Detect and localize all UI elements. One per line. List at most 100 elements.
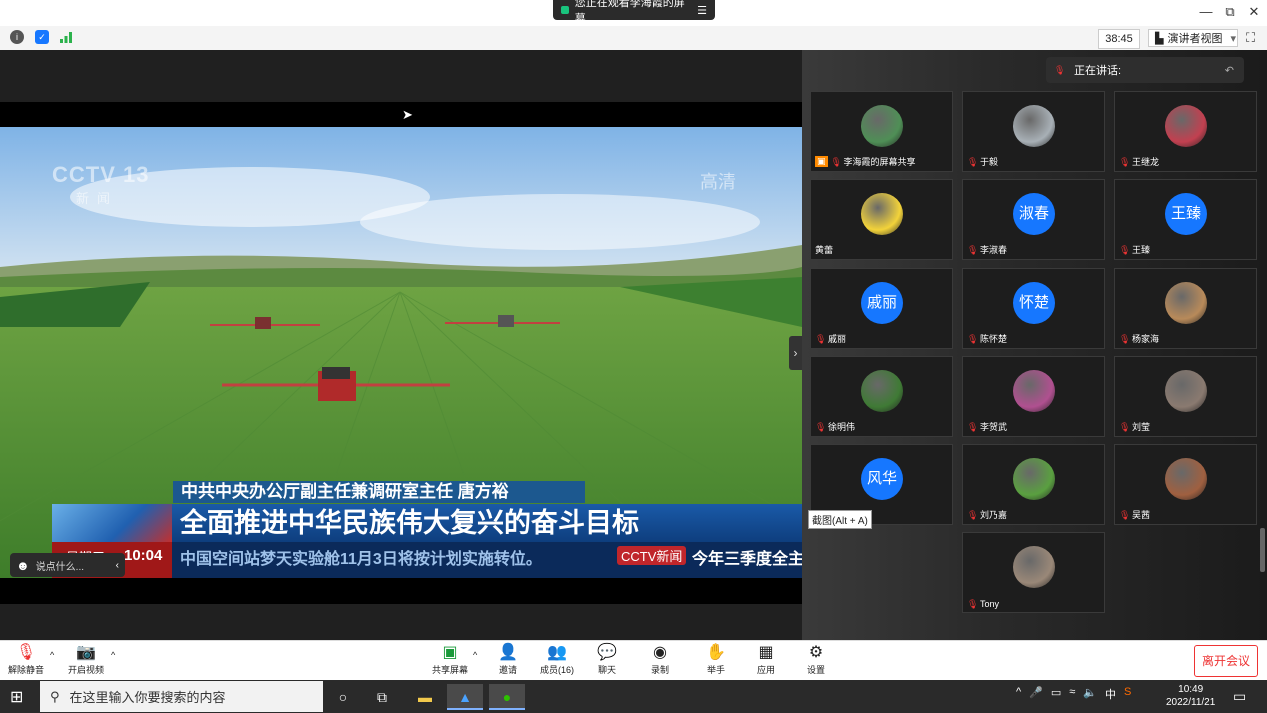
participant-photo [1013,546,1055,588]
meeting-app-icon[interactable]: ▲ [447,684,483,710]
participant-tile[interactable]: 🎙 徐明伟 [810,356,953,437]
participant-tile[interactable]: 怀楚 🎙 陈怀楚 [962,268,1105,349]
participant-photo [861,105,903,147]
participant-name-row: 黄蕾 [815,243,833,256]
mic-muted-icon: 🎙 [967,244,979,255]
meeting-toolbar [0,640,1267,681]
participant-name-row: 🎙 杨家海 [1119,332,1159,345]
signal-icon[interactable] [59,30,73,44]
participant-name: 黄蕾 [815,245,834,255]
participant-name-row: 🎙 吴茜 [1119,508,1150,521]
mic-muted-icon: 🎙 [815,333,827,344]
participant-tile[interactable]: 黄蕾 [810,179,953,260]
record-button[interactable]: ◉ 录制 [651,643,669,676]
participant-name: 杨家海 [1132,334,1160,344]
chat-label: 聊天 [597,665,616,675]
reply-icon[interactable]: ↶ [1225,64,1234,77]
participant-name: 王继龙 [1132,157,1160,167]
participant-tile[interactable]: 淑春 🎙 李淑春 [962,179,1105,260]
cortana-icon[interactable]: ○ [325,684,361,710]
participant-tile[interactable]: ▣ 🎙 李海霞的屏幕共享 [810,91,953,172]
participant-avatar: 怀楚 [1013,282,1055,324]
hd-watermark: 高清 [700,172,736,192]
wechat-icon[interactable]: ● [489,684,525,710]
unmute-button[interactable]: 🎙 解除静音 [8,643,44,676]
gear-icon: ⚙ [808,644,824,661]
shield-icon[interactable]: ✓ [35,30,49,44]
start-video-button[interactable]: 📷 开启视频 [68,643,104,676]
participant-name-row: 🎙 李淑春 [967,243,1007,256]
participant-photo [861,193,903,235]
ime-indicator[interactable]: 中 [1105,686,1116,702]
participant-tile[interactable]: 🎙 李贺武 [962,356,1105,437]
participant-name-row: 🎙 戚丽 [815,332,846,345]
close-button[interactable]: ✕ [1244,4,1264,22]
settings-button[interactable]: ⚙ 设置 [807,643,825,676]
taskbar-search[interactable]: ⚲ 在这里输入你要搜索的内容 [40,681,323,712]
info-icon[interactable]: i [10,30,24,44]
sogou-icon[interactable]: S [1124,686,1131,702]
leave-meeting-button[interactable]: 离开会议 [1194,645,1258,677]
volume-icon[interactable]: 🔈 [1083,686,1097,702]
mic-muted-icon: 🎙 [1119,421,1131,432]
share-screen-button[interactable]: ▣ 共享屏幕 [432,643,468,676]
fullscreen-icon[interactable]: ⛶ [1246,30,1255,46]
participant-tile[interactable]: 🎙 于毅 [962,91,1105,172]
participant-name-row: 🎙 王继龙 [1119,155,1159,168]
raise-hand-button[interactable]: ✋ 举手 [706,643,726,676]
chat-button[interactable]: 💬 聊天 [597,643,617,676]
chevron-left-icon[interactable]: ‹ [116,560,119,571]
letterbox-bottom [0,578,802,604]
channel-logo: CCTV 13 [52,162,150,187]
participant-tile[interactable]: 戚丽 🎙 戚丽 [810,268,953,349]
menu-icon[interactable]: ☰ [697,4,707,17]
participant-tile[interactable]: 王臻 🎙 王臻 [1114,179,1257,260]
file-explorer-icon[interactable]: ▬ [407,684,443,710]
mouse-cursor-icon: ➤ [402,107,413,122]
meeting-info-bar [0,26,1267,51]
search-icon: ⚲ [50,688,60,704]
windows-start-icon[interactable]: ⊞ [10,687,23,707]
video-options-caret[interactable]: ^ [111,650,115,660]
microphone-icon[interactable]: 🎤 [1029,686,1043,702]
notification-icon[interactable]: ▭ [1233,688,1246,705]
participant-name-row: 🎙 李贺武 [967,420,1007,433]
battery-icon[interactable]: ▭ [1051,686,1061,702]
task-view-icon[interactable]: ⧉ [364,684,400,710]
tray-clock[interactable]: 10:49 2022/11/21 [1166,683,1215,709]
chat-placeholder: 说点什么... [35,561,85,573]
share-options-caret[interactable]: ^ [473,650,477,660]
headline-text: 全面推进中华民族伟大复兴的奋斗目标 [180,508,639,538]
minimize-button[interactable]: — [1196,4,1216,22]
quick-chat-input[interactable]: ☻ 说点什么... ‹ [10,553,125,577]
restore-button[interactable]: ⧉ [1220,4,1240,22]
apps-button[interactable]: ▦ 应用 [757,643,775,676]
participant-name-row: 🎙 王臻 [1119,243,1150,256]
participant-tile[interactable]: 🎙 杨家海 [1114,268,1257,349]
participant-tile[interactable]: 🎙 王继龙 [1114,91,1257,172]
share-screen-icon: ▣ [442,644,458,661]
participant-tile[interactable]: 🎙 吴茜 [1114,444,1257,525]
raise-hand-label: 举手 [706,665,725,675]
participant-name: 于毅 [980,157,999,167]
participant-tile[interactable]: 🎙 刘乃嘉 [962,444,1105,525]
participant-name-row: 🎙 刘莹 [1119,420,1150,433]
participant-photo [1013,370,1055,412]
mic-muted-icon: 🎙 [967,599,979,609]
participant-tile[interactable]: 🎙 刘莹 [1114,356,1257,437]
wifi-icon[interactable]: ≈ [1069,686,1075,702]
screen-share-banner[interactable]: 您正在观看李海霞的屏幕 ☰ [553,0,715,25]
mic-muted-icon: 🎙 [967,421,979,432]
chevron-up-icon[interactable]: ^ [1016,686,1021,702]
invite-button[interactable]: 👤 邀请 [498,643,518,676]
video-clock: 10:04 [124,547,163,564]
unmute-label: 解除静音 [8,665,45,675]
emoji-icon[interactable]: ☻ [16,558,30,573]
audio-options-caret[interactable]: ^ [50,650,54,660]
panel-scrollbar[interactable] [1260,528,1265,572]
view-mode-dropdown[interactable]: ▙ 演讲者视图 ▾ [1148,29,1238,47]
participant-name: 王臻 [1132,245,1151,255]
members-button[interactable]: 👥 成员(16) [540,643,574,676]
panel-collapse-button[interactable]: › [789,336,802,370]
participant-tile[interactable]: 🎙 Tony [962,532,1105,613]
